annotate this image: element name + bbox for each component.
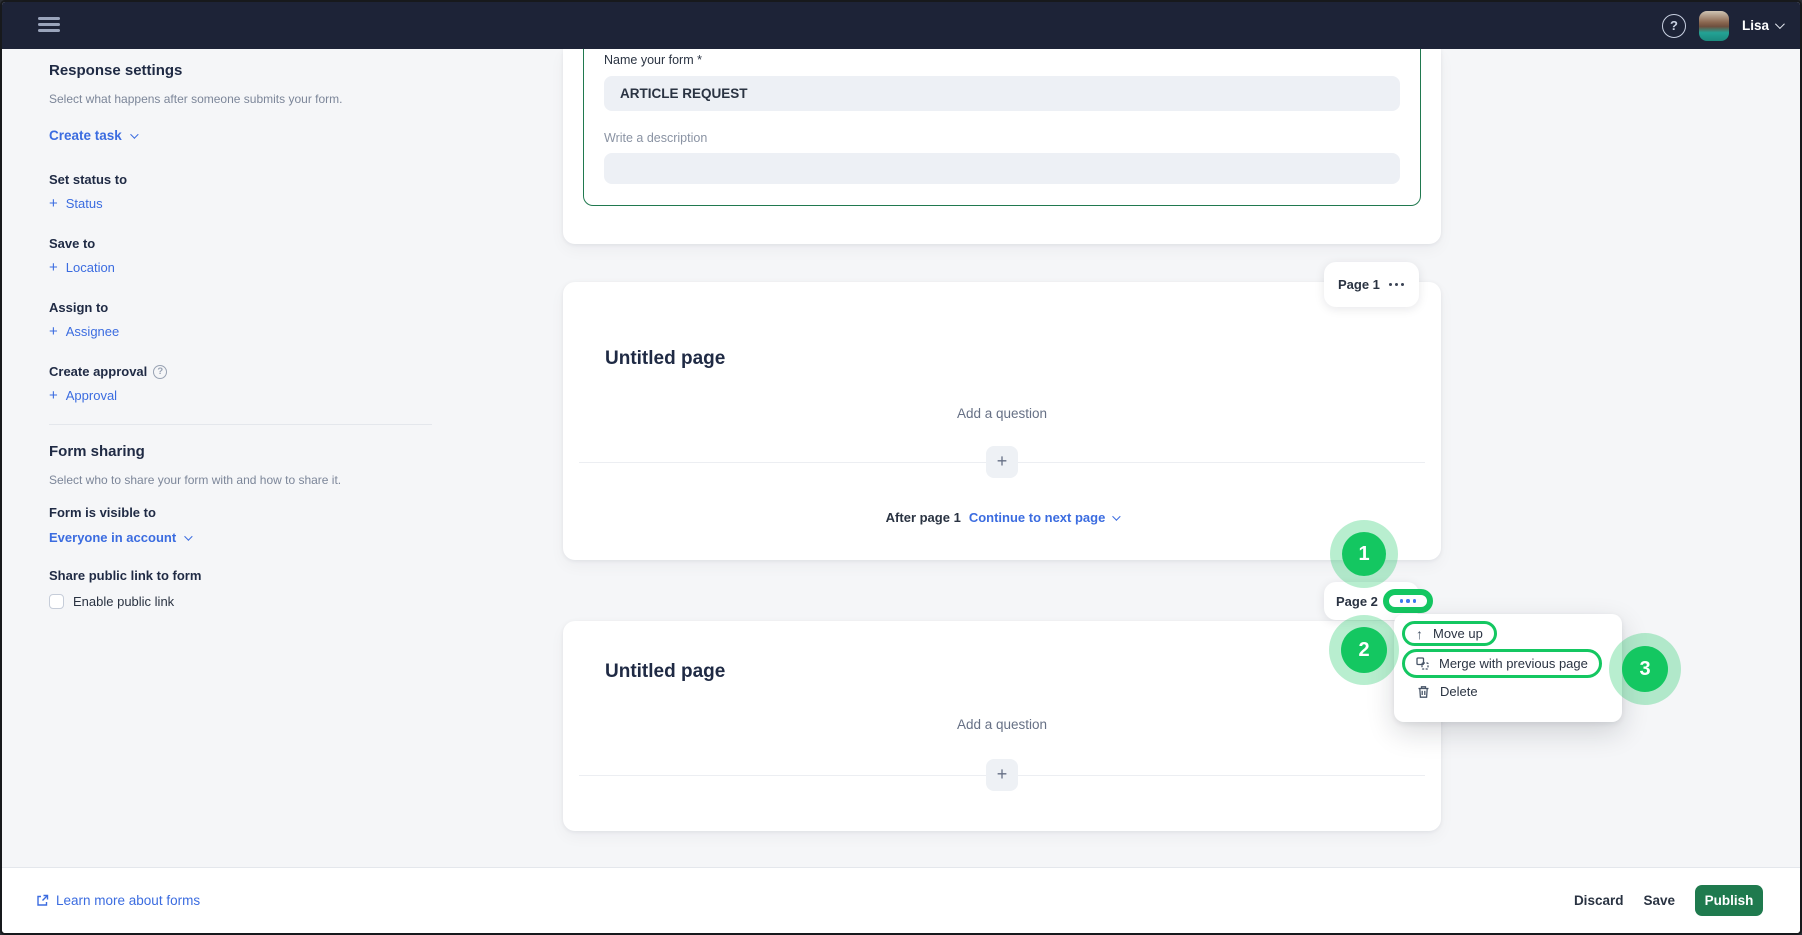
sidebar-divider — [49, 424, 432, 425]
form-sharing-subtitle: Select who to share your form with and h… — [49, 473, 449, 487]
add-approval-link[interactable]: + Approval — [49, 388, 117, 404]
enable-public-link-checkbox[interactable] — [49, 594, 64, 609]
external-link-icon — [36, 894, 49, 907]
menu-item-move-up[interactable]: ↑ Move up — [1402, 621, 1497, 646]
hamburger-menu-icon[interactable] — [38, 17, 60, 34]
chevron-down-icon — [1112, 512, 1120, 520]
chevron-down-icon — [130, 130, 138, 138]
arrow-up-icon: ↑ — [1416, 627, 1423, 641]
help-icon[interactable]: ? — [153, 365, 167, 379]
page-1-badge-label: Page 1 — [1338, 277, 1380, 292]
discard-button[interactable]: Discard — [1574, 893, 1624, 908]
annotation-step-3: 3 — [1622, 646, 1668, 692]
plus-icon: + — [49, 325, 58, 339]
enable-public-link-label: Enable public link — [73, 594, 174, 609]
form-name-label: Name your form * — [604, 53, 702, 67]
chevron-down-icon — [184, 532, 192, 540]
plus-icon: + — [49, 197, 58, 211]
form-description-input[interactable] — [604, 153, 1400, 184]
add-assignee-link[interactable]: + Assignee — [49, 324, 119, 340]
plus-icon: + — [997, 764, 1008, 784]
annotation-step-2: 2 — [1341, 627, 1387, 673]
after-page-label: After page 1 — [886, 510, 961, 525]
form-header-card: Name your form * Write a description — [563, 49, 1441, 244]
page-context-menu: ↑ Move up Merge with previous page — [1394, 614, 1622, 722]
form-sharing-title: Form sharing — [49, 443, 449, 461]
form-name-input[interactable] — [604, 76, 1400, 111]
top-bar: ? Lisa — [2, 2, 1800, 49]
assign-to-label: Assign to — [49, 300, 449, 316]
page-1-card: Untitled page Add a question + After pag… — [563, 282, 1441, 560]
page-2-title[interactable]: Untitled page — [605, 661, 725, 683]
menu-item-delete[interactable]: Delete — [1402, 684, 1614, 699]
plus-icon: + — [997, 451, 1008, 471]
form-visible-label: Form is visible to — [49, 505, 449, 521]
chevron-down-icon — [1775, 19, 1785, 29]
learn-more-link[interactable]: Learn more about forms — [36, 893, 200, 908]
create-task-dropdown[interactable]: Create task — [49, 128, 449, 144]
share-public-link-label: Share public link to form — [49, 568, 449, 584]
page-1-title[interactable]: Untitled page — [605, 348, 725, 370]
avatar[interactable] — [1699, 11, 1729, 41]
page-1-ellipsis-button[interactable] — [1389, 283, 1404, 286]
add-location-link[interactable]: + Location — [49, 260, 115, 276]
add-status-link[interactable]: + Status — [49, 196, 103, 212]
annotation-step-1: 1 — [1342, 532, 1386, 576]
plus-icon: + — [49, 261, 58, 275]
add-question-hint: Add a question — [563, 717, 1441, 733]
trash-icon — [1417, 685, 1430, 699]
save-button[interactable]: Save — [1643, 893, 1675, 908]
help-icon[interactable]: ? — [1662, 14, 1686, 38]
merge-pages-icon — [1416, 657, 1429, 670]
settings-sidebar: Response settings Select what happens af… — [49, 62, 449, 609]
footer-bar: Learn more about forms Discard Save Publ… — [2, 867, 1800, 933]
page-2-ellipsis-button-highlighted[interactable] — [1383, 589, 1433, 613]
create-approval-label: Create approval ? — [49, 364, 449, 380]
save-to-label: Save to — [49, 236, 449, 252]
add-question-button[interactable]: + — [986, 759, 1018, 791]
form-visible-dropdown[interactable]: Everyone in account — [49, 530, 190, 546]
menu-item-merge-with-previous-page[interactable]: Merge with previous page — [1402, 649, 1602, 678]
set-status-label: Set status to — [49, 172, 449, 188]
publish-button[interactable]: Publish — [1695, 885, 1763, 916]
user-name: Lisa — [1742, 18, 1769, 33]
add-question-hint: Add a question — [563, 406, 1441, 422]
continue-next-page-dropdown[interactable]: Continue to next page — [969, 510, 1119, 525]
form-header-selected-section[interactable]: Name your form * Write a description — [583, 49, 1421, 206]
page-2-badge-label: Page 2 — [1336, 594, 1378, 609]
response-settings-title: Response settings — [49, 62, 449, 80]
page-2-card: Untitled page Add a question + — [563, 621, 1441, 831]
app-window: ? Lisa Response settings Select what hap… — [0, 0, 1802, 935]
page-1-badge: Page 1 — [1324, 262, 1419, 307]
plus-icon: + — [49, 389, 58, 403]
user-menu[interactable]: Lisa — [1742, 18, 1782, 33]
response-settings-subtitle: Select what happens after someone submit… — [49, 92, 449, 106]
add-question-button[interactable]: + — [986, 446, 1018, 478]
form-description-label: Write a description — [604, 131, 707, 145]
